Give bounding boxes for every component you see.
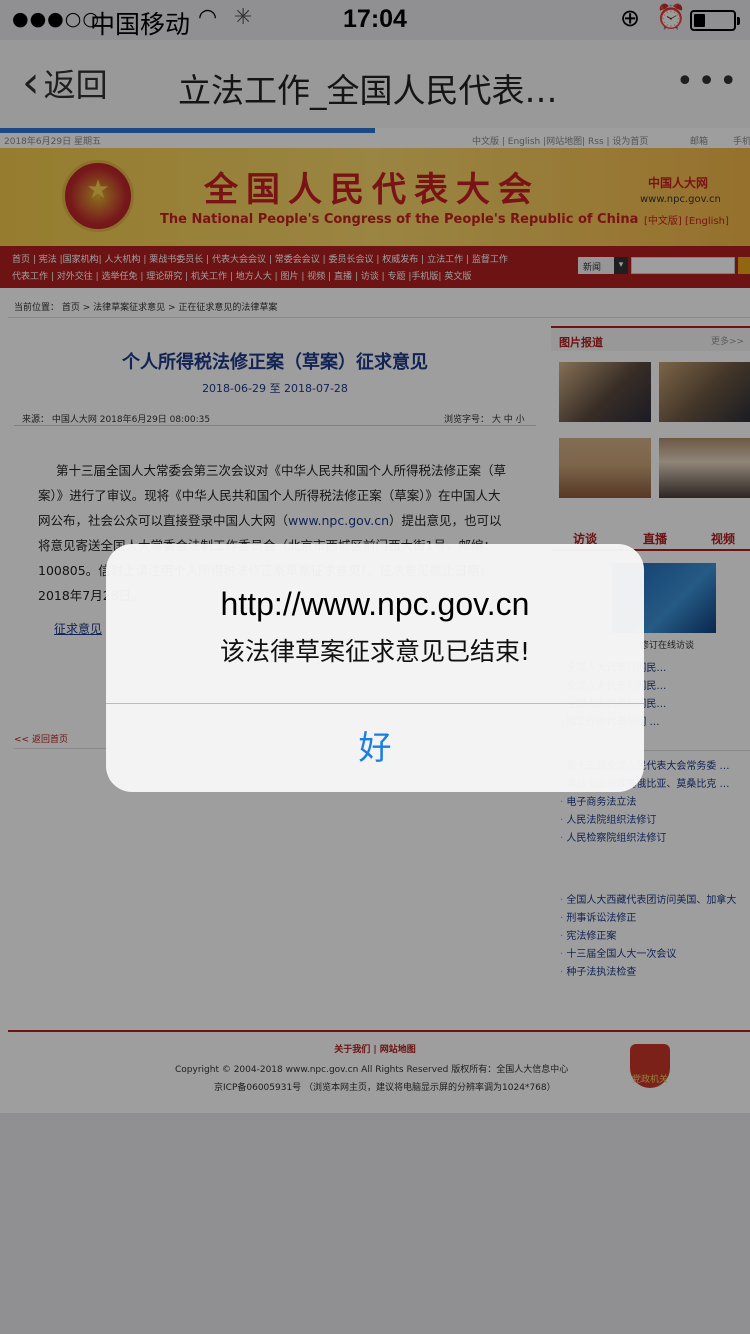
alert-message: 该法律草案征求意见已结束! [219,637,531,666]
alert-title: http://www.npc.gov.cn [220,586,530,622]
alert-dialog: http://www.npc.gov.cn 该法律草案征求意见已结束! 好 [106,544,644,792]
ok-button[interactable]: 好 [106,704,644,792]
screen: 2018年6月29日 星期五 中文版 | English |网站地图| Rss … [0,0,750,1334]
